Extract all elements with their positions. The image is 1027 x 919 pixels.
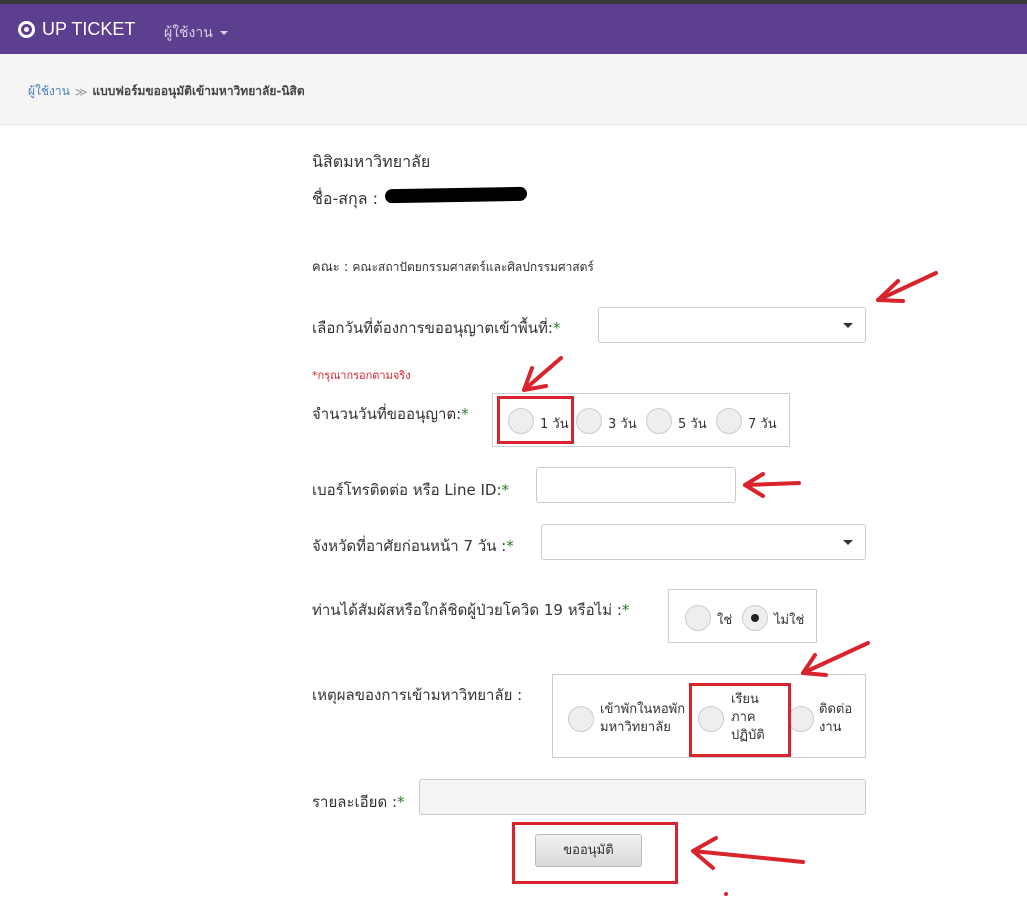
date-label: เลือกวันที่ต้องการขออนุญาตเข้าพื้นที่:* [312,316,560,340]
form-heading: นิสิตมหาวิทยาลัย [312,152,431,171]
faculty-value: คณะสถาปัตยกรรมศาสตร์และศิลปกรรมศาสตร์ [352,260,594,274]
chevron-down-icon [219,31,228,35]
reason-label: เหตุผลของการเข้ามหาวิทยาลัย : [312,686,523,704]
covid-label-text: ท่านได้สัมผัสหรือใกล้ชิดผู้ป่วยโควิด 19 … [312,601,622,619]
reason-radio-dorm[interactable] [568,706,594,732]
arrow-icon [743,472,801,498]
submit-button[interactable]: ขออนุมัติ [535,834,642,867]
annotation-dot [724,892,728,896]
required-mark: * [506,537,514,555]
detail-input[interactable] [419,779,866,815]
days-radio-3[interactable] [576,408,602,434]
redacted-name [385,186,527,204]
arrow-icon [801,641,870,677]
province-select[interactable] [541,524,866,560]
days-label-text: จำนวนวันที่ขออนุญาต: [312,405,462,423]
highlight-box [497,396,574,444]
name-label: ชื่อ-สกุล : [312,189,378,208]
province-label: จังหวัดที่อาศัยก่อนหน้า 7 วัน :* [312,534,514,558]
required-mark: * [461,405,469,423]
required-mark: * [501,481,510,499]
date-select[interactable] [598,307,866,343]
user-menu[interactable]: ผู้ใช้งาน [164,22,228,44]
user-menu-label: ผู้ใช้งาน [164,25,213,41]
days-option-3: 3 วัน [608,417,637,432]
reason-work-line1: ติดต่อ [819,702,853,717]
required-mark: * [397,793,405,811]
reason-dorm-line1: เข้าพักในหอพัก [600,702,686,717]
province-label-text: จังหวัดที่อาศัยก่อนหน้า 7 วัน : [312,537,507,555]
required-mark: * [552,319,561,337]
covid-radio-yes[interactable] [685,605,711,631]
reason-radio-work[interactable] [788,706,814,732]
brand-name: UP TICKET [42,19,136,39]
detail-label-text: รายละเอียด : [312,793,398,811]
days-label: จำนวนวันที่ขออนุญาต:* [312,402,469,426]
days-radio-7[interactable] [716,408,742,434]
covid-option-yes: ใช่ [717,613,733,628]
reason-dorm-line2: มหาวิทยาลัย [600,720,671,735]
note-text: *กรุณากรอกตามจริง [312,369,411,382]
required-mark: * [621,601,630,619]
faculty-label: คณะ : [312,260,349,275]
breadcrumb-home-link[interactable]: ผู้ใช้งาน [28,82,70,101]
reason-option-dorm: เข้าพักในหอพัก มหาวิทยาลัย [600,701,685,737]
days-radio-5[interactable] [646,408,672,434]
detail-label: รายละเอียด :* [312,790,405,814]
navbar: UP TICKET ผู้ใช้งาน [0,4,1027,54]
arrow-icon [876,271,938,303]
faculty-row: คณะ : คณะสถาปัตยกรรมศาสตร์และศิลปกรรมศาส… [312,256,594,277]
breadcrumb: ผู้ใช้งาน ≫ แบบฟอร์มขออนุมัติเข้ามหาวิทย… [28,82,305,101]
days-option-5: 5 วัน [678,417,707,432]
breadcrumb-bar: ผู้ใช้งาน ≫ แบบฟอร์มขออนุมัติเข้ามหาวิทย… [0,54,1027,125]
days-option-7: 7 วัน [748,417,777,432]
covid-option-no: ไม่ใช่ [774,613,805,628]
reason-work-line2: งาน [819,720,842,735]
chevron-down-icon [843,540,853,545]
brand-logo[interactable]: UP TICKET [18,19,135,40]
arrow-icon [691,836,805,870]
date-label-text: เลือกวันที่ต้องการขออนุญาตเข้าพื้นที่: [312,319,553,337]
reason-option-work: ติดต่อ งาน [819,701,852,737]
phone-input[interactable] [536,467,736,503]
arrow-icon [522,356,563,392]
highlight-box [689,683,791,757]
breadcrumb-separator: ≫ [74,84,88,99]
covid-label: ท่านได้สัมผัสหรือใกล้ชิดผู้ป่วยโควิด 19 … [312,598,629,622]
target-icon [18,21,35,38]
phone-label: เบอร์โทรติดต่อ หรือ Line ID:* [312,478,509,502]
chevron-down-icon [843,323,853,328]
covid-radio-no[interactable] [742,605,768,631]
breadcrumb-current: แบบฟอร์มขออนุมัติเข้ามหาวิทยาลัย-นิสิต [92,84,305,98]
phone-label-text: เบอร์โทรติดต่อ หรือ Line ID: [312,481,502,499]
